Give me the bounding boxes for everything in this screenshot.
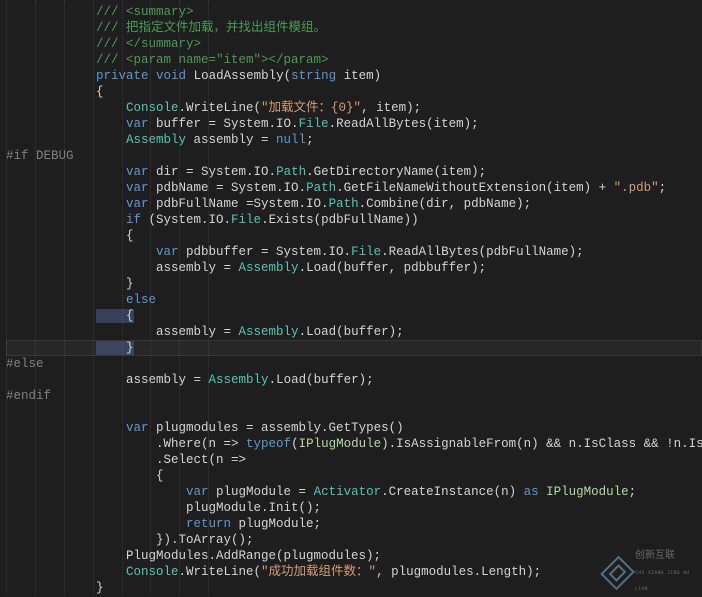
code-line[interactable]: if (System.IO.File.Exists(pdbFullName))	[6, 212, 702, 228]
code-line[interactable]: plugModule.Init();	[6, 500, 702, 516]
code-line[interactable]: {	[6, 228, 702, 244]
code-line[interactable]: /// <summary>	[6, 4, 702, 20]
logo-icon	[600, 556, 635, 591]
code-line[interactable]: /// 把指定文件加载，并找出组件模组。	[6, 20, 702, 36]
code-line[interactable]: assembly = Assembly.Load(buffer, pdbbuff…	[6, 260, 702, 276]
code-line[interactable]: var buffer = System.IO.File.ReadAllBytes…	[6, 116, 702, 132]
code-line[interactable]: .Select(n =>	[6, 452, 702, 468]
code-line[interactable]: var plugModule = Activator.CreateInstanc…	[6, 484, 702, 500]
code-line[interactable]: {	[6, 468, 702, 484]
code-line[interactable]: assembly = Assembly.Load(buffer);	[6, 372, 702, 388]
watermark-logo: 创新互联 CHI XIANG JING HU LIAN	[606, 558, 696, 588]
code-line[interactable]: /// <param name="item"></param>	[6, 52, 702, 68]
code-line[interactable]: else	[6, 292, 702, 308]
code-line[interactable]: var dir = System.IO.Path.GetDirectoryNam…	[6, 164, 702, 180]
code-line[interactable]: /// </summary>	[6, 36, 702, 52]
code-line[interactable]: Assembly assembly = null;	[6, 132, 702, 148]
code-line[interactable]: var pdbbuffer = System.IO.File.ReadAllBy…	[6, 244, 702, 260]
code-line[interactable]: var pdbFullName =System.IO.Path.Combine(…	[6, 196, 702, 212]
code-line[interactable]	[6, 404, 702, 420]
code-line[interactable]: var plugmodules = assembly.GetTypes()	[6, 420, 702, 436]
code-line[interactable]: Console.WriteLine("成功加载组件数：", plugmodule…	[6, 564, 702, 580]
code-line[interactable]: #else	[6, 356, 702, 372]
code-line[interactable]: }).ToArray();	[6, 532, 702, 548]
watermark-text: 创新互联	[635, 549, 696, 565]
code-line[interactable]: Console.WriteLine("加载文件：{0}", item);	[6, 100, 702, 116]
watermark-subtext: CHI XIANG JING HU LIAN	[635, 565, 696, 597]
code-line[interactable]: var pdbName = System.IO.Path.GetFileName…	[6, 180, 702, 196]
code-line[interactable]: .Where(n => typeof(IPlugModule).IsAssign…	[6, 436, 702, 452]
code-line[interactable]: }	[6, 340, 702, 356]
code-line[interactable]: {	[6, 308, 702, 324]
code-line[interactable]: private void LoadAssembly(string item)	[6, 68, 702, 84]
code-line[interactable]: #endif	[6, 388, 702, 404]
code-editor[interactable]: /// <summary> /// 把指定文件加载，并找出组件模组。 /// <…	[0, 0, 702, 596]
code-line[interactable]: return plugModule;	[6, 516, 702, 532]
code-line[interactable]: #if DEBUG	[6, 148, 702, 164]
code-line[interactable]: {	[6, 84, 702, 100]
code-line[interactable]: assembly = Assembly.Load(buffer);	[6, 324, 702, 340]
code-line[interactable]: }	[6, 276, 702, 292]
code-line[interactable]: PlugModules.AddRange(plugmodules);	[6, 548, 702, 564]
